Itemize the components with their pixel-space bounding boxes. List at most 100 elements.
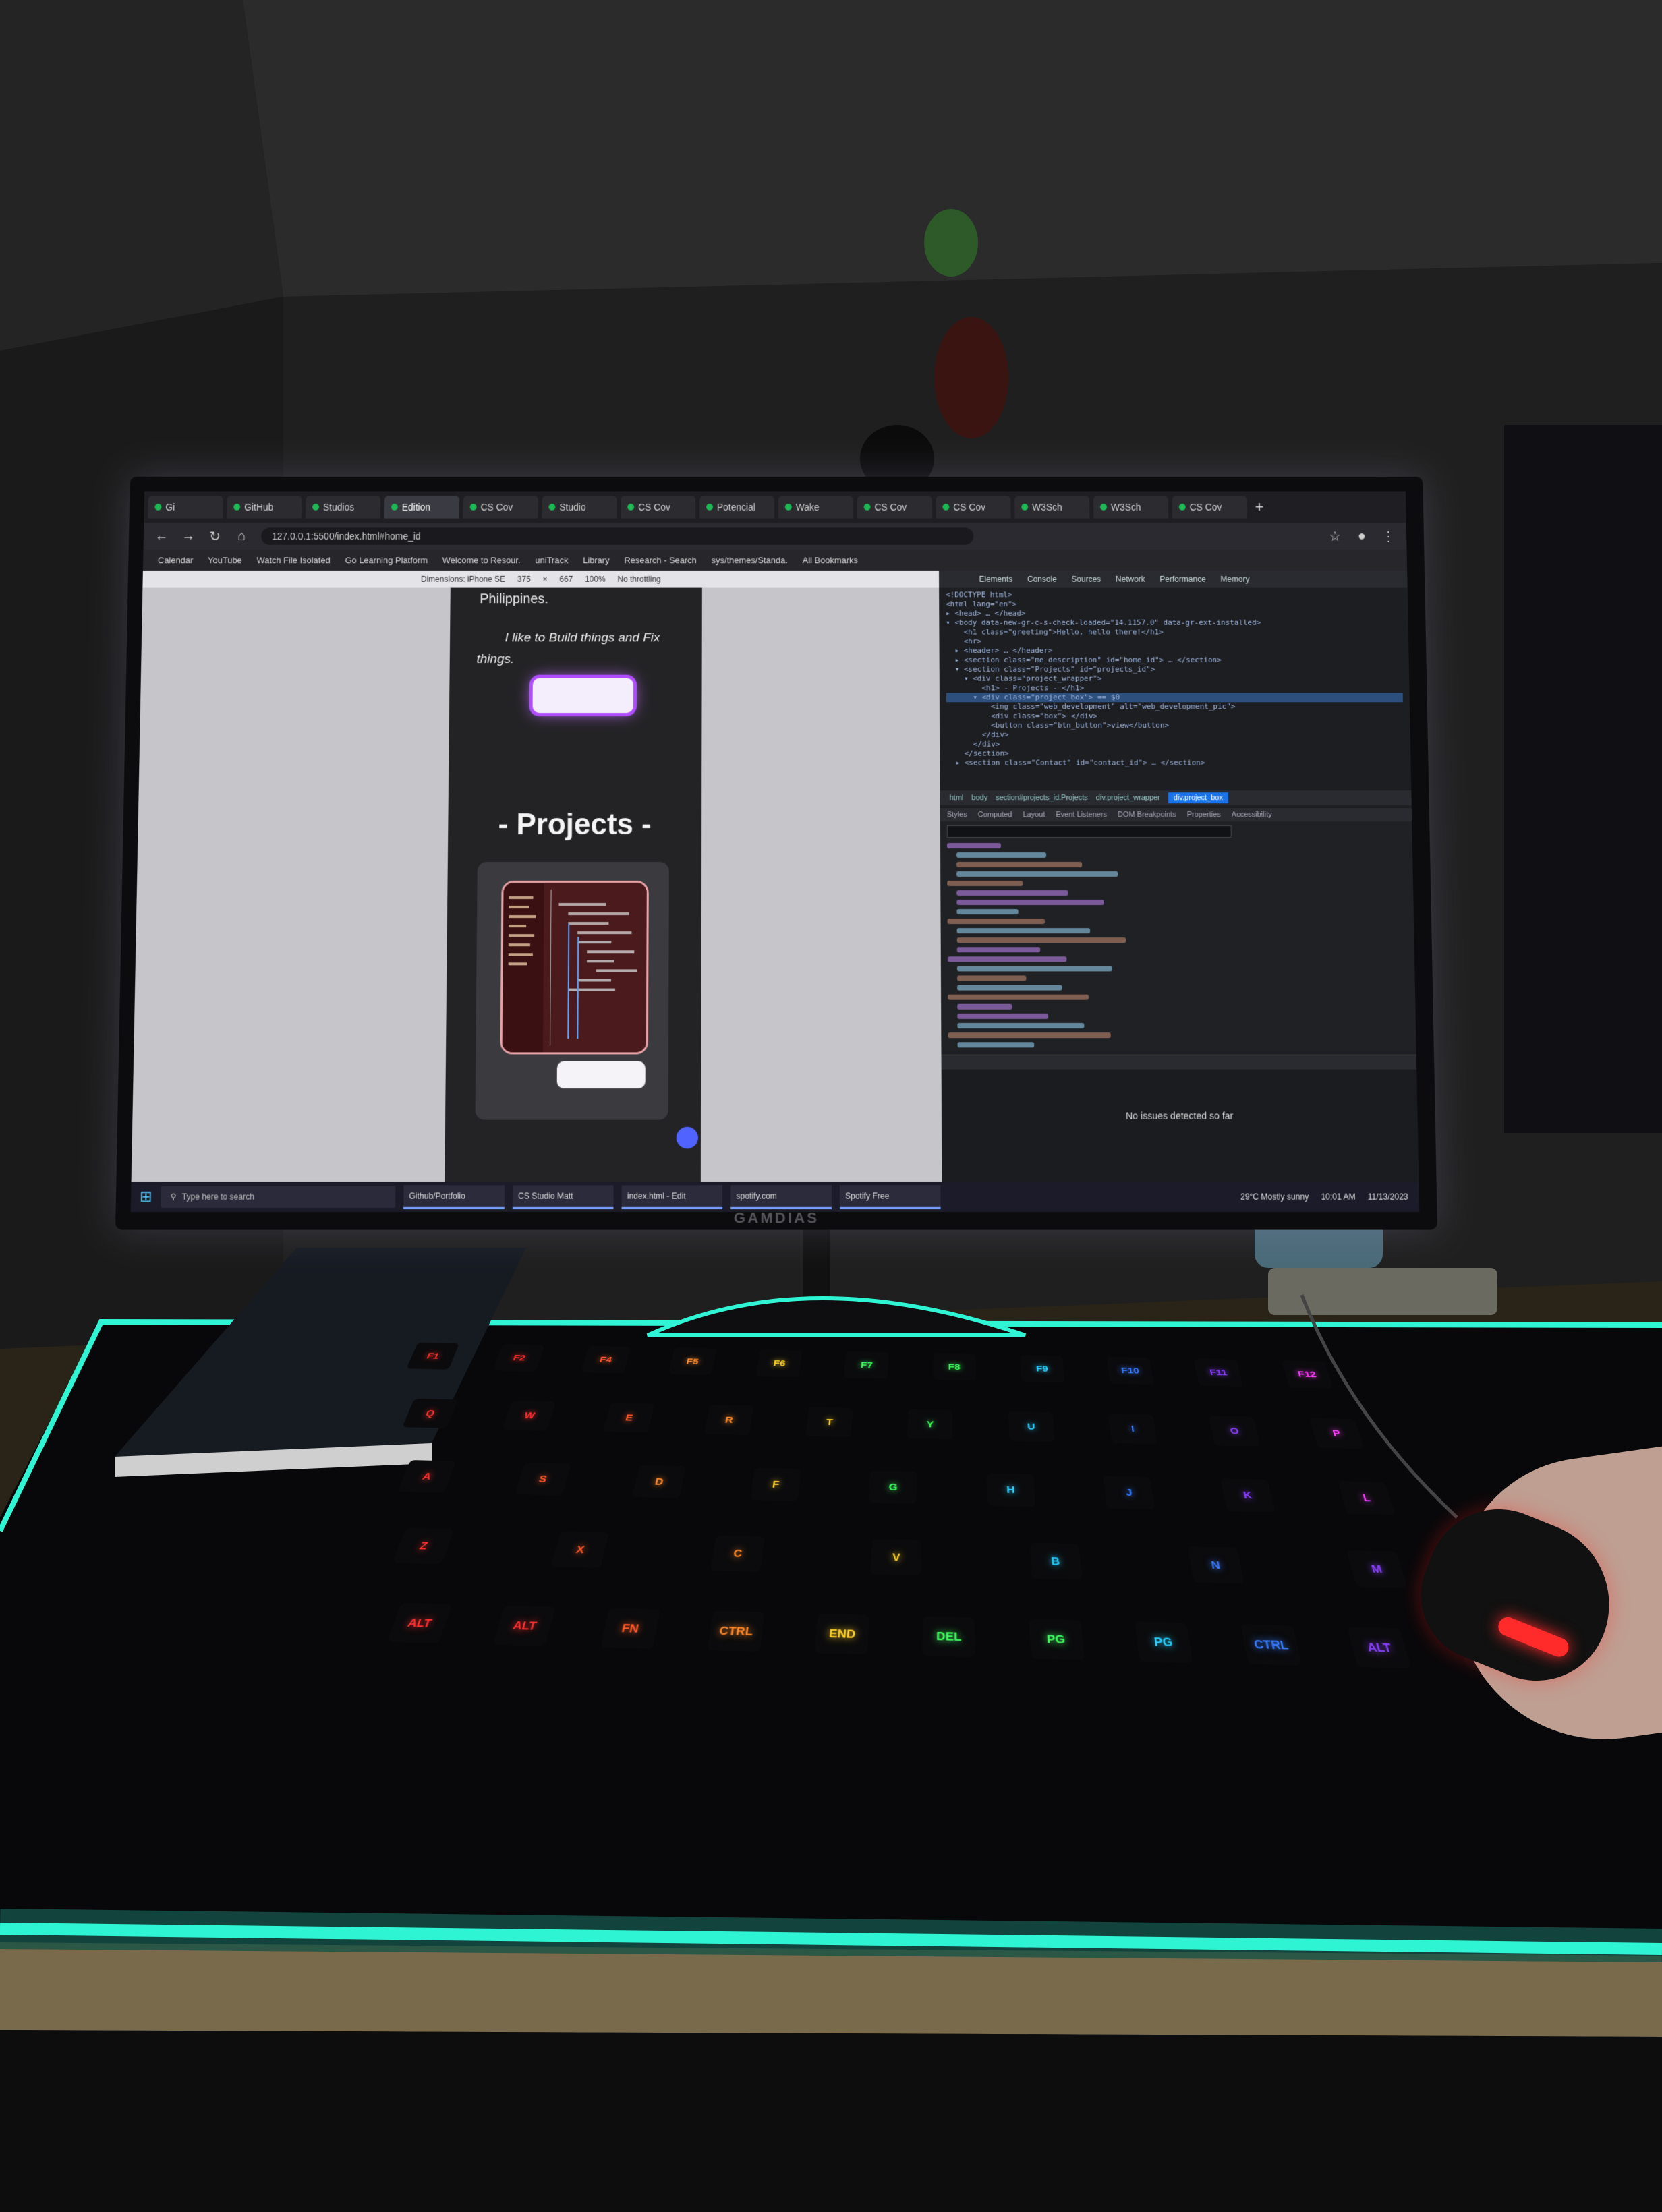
bookmark-item[interactable]: Welcome to Resour. [442, 555, 521, 565]
taskbar-app[interactable]: Github/Portfolio [403, 1184, 505, 1209]
dom-tree-line[interactable]: </section> [946, 749, 1404, 759]
keyboard-key: F2 [493, 1344, 545, 1372]
bookmark-item[interactable]: Research - Search [624, 555, 697, 565]
dom-tree-line[interactable]: ▾ <section class="Projects" id="projects… [946, 665, 1403, 674]
dom-tree-line[interactable]: ▸ <section class="Contact" id="contact_i… [946, 759, 1404, 768]
bookmark-item[interactable]: Library [583, 555, 609, 565]
taskbar-app[interactable]: spotify.com [730, 1184, 832, 1209]
browser-tab[interactable]: Studio [542, 496, 617, 519]
device-dimensions-select[interactable]: Dimensions: iPhone SE [421, 575, 505, 584]
tab-label: CS Cov [1189, 502, 1222, 513]
windows-start-icon[interactable]: ⊞ [131, 1182, 161, 1212]
bookmark-item[interactable]: sys/themes/Standa. [712, 555, 788, 565]
menu-kebab-icon[interactable]: ⋮ [1379, 528, 1397, 545]
taskbar-app[interactable]: index.html - Edit [621, 1184, 723, 1209]
device-height-input[interactable]: 667 [559, 575, 573, 584]
dom-tree-line[interactable]: <button class="btn_button">view</button> [946, 721, 1404, 730]
styles-tab[interactable]: Layout [1023, 811, 1045, 819]
styles-tab[interactable]: Properties [1187, 811, 1221, 819]
dom-tree-line[interactable]: ▾ <div class="project_wrapper"> [946, 674, 1403, 684]
browser-tab[interactable]: CS Cov [857, 496, 932, 519]
devtools-tab[interactable]: Elements [979, 575, 1013, 584]
keyboard-key: CTRL [1240, 1624, 1302, 1666]
tab-favicon-icon [391, 504, 398, 511]
dom-tree-line[interactable]: </div> [946, 730, 1404, 740]
bookmark-item[interactable]: YouTube [208, 555, 242, 565]
tab-favicon-icon [312, 504, 320, 511]
dom-tree-line[interactable]: ▸ <head> … </head> [946, 609, 1401, 618]
styles-tab[interactable]: Accessibility [1232, 811, 1272, 819]
device-zoom-select[interactable]: 100% [585, 575, 606, 584]
dom-tree-line[interactable]: <hr> [946, 637, 1402, 646]
dom-tree-line[interactable]: <div class="box"> </div> [946, 711, 1403, 721]
project-thumbnail[interactable] [500, 880, 649, 1055]
browser-tab[interactable]: Edition [384, 496, 460, 519]
clock-date[interactable]: 11/13/2023 [1368, 1192, 1408, 1201]
device-width-input[interactable]: 375 [517, 575, 531, 584]
browser-tab[interactable]: CS Cov [463, 496, 538, 519]
dom-tree-line[interactable]: </div> [946, 740, 1404, 749]
devtools-tab[interactable]: Console [1027, 575, 1057, 584]
styles-tab[interactable]: DOM Breakpoints [1118, 811, 1176, 819]
devtools-tab[interactable]: Performance [1159, 575, 1205, 584]
breadcrumb-item[interactable]: body [971, 794, 987, 802]
forward-arrow-icon[interactable]: → [179, 529, 197, 544]
profile-icon[interactable]: ● [1353, 529, 1371, 544]
styles-tab[interactable]: Styles [947, 811, 967, 819]
dom-tree-line[interactable]: <h1 class="greeting">Hello, hello there!… [946, 628, 1402, 637]
bookmark-item[interactable]: uniTrack [535, 555, 568, 565]
dom-tree-line[interactable]: ▾ <div class="project_box"> == $0 [946, 693, 1403, 703]
browser-tab[interactable]: Gi [148, 496, 223, 519]
bookmark-item[interactable]: Go Learning Platform [345, 555, 428, 565]
browser-tab[interactable]: W3Sch [1014, 496, 1090, 519]
bookmark-item[interactable]: Calendar [158, 555, 194, 565]
taskbar-app[interactable]: CS Studio Matt [512, 1184, 614, 1209]
dom-tree-line[interactable]: <img class="web_development" alt="web_de… [946, 702, 1403, 711]
browser-tab[interactable]: CS Cov [621, 496, 696, 519]
back-arrow-icon[interactable]: ← [153, 529, 171, 544]
url-input[interactable]: 127.0.0.1:5500/index.html#home_id [261, 527, 974, 545]
dom-tree-line[interactable]: ▾ <body data-new-gr-c-s-check-loaded="14… [946, 618, 1402, 628]
browser-tab[interactable]: Wake [778, 496, 853, 519]
taskbar-app[interactable]: Spotify Free [839, 1184, 941, 1209]
project-view-button[interactable] [556, 1061, 646, 1089]
dom-tree-line[interactable]: <h1> - Projects - </h1> [946, 684, 1403, 693]
star-icon[interactable]: ☆ [1326, 528, 1344, 545]
tagline-text: I like to Build things and Fix things. [476, 631, 660, 666]
breadcrumb-active-item[interactable]: div.project_box [1168, 792, 1229, 804]
new-tab-icon[interactable]: + [1255, 498, 1263, 515]
device-throttle-select[interactable]: No throttling [617, 575, 660, 584]
intro-button[interactable] [532, 678, 634, 714]
bookmark-item[interactable]: All Bookmarks [803, 555, 858, 565]
taskbar-search-input[interactable]: ⚲ Type here to search [161, 1186, 396, 1208]
breadcrumb-item[interactable]: html [950, 794, 964, 802]
browser-tab[interactable]: Studios [305, 496, 381, 519]
breadcrumb-item[interactable]: div.project_wrapper [1096, 794, 1160, 802]
bookmark-item[interactable]: Watch File Isolated [256, 555, 330, 565]
dom-tree-line[interactable]: ▸ <header> … </header> [946, 646, 1402, 656]
chat-bubble-icon[interactable] [676, 1126, 699, 1149]
devtools-tab[interactable]: Network [1116, 575, 1145, 584]
devtools-tab[interactable]: Sources [1071, 575, 1101, 584]
dom-tree-line[interactable]: <html lang="en"> [946, 600, 1401, 609]
home-icon[interactable]: ⌂ [233, 529, 250, 544]
style-rule-line [956, 900, 1104, 906]
keyboard-key: K [1220, 1478, 1276, 1513]
tab-label: CS Cov [638, 502, 670, 513]
styles-tab[interactable]: Computed [978, 811, 1012, 819]
devtools-tab[interactable]: Memory [1220, 575, 1249, 584]
weather-text[interactable]: 29°C Mostly sunny [1240, 1192, 1309, 1201]
browser-tab[interactable]: GitHub [227, 496, 302, 519]
dom-tree-line[interactable]: ▸ <section class="me_description" id="ho… [946, 656, 1402, 665]
styles-filter-input[interactable] [946, 825, 1232, 838]
browser-tab[interactable]: W3Sch [1093, 496, 1169, 519]
breadcrumb-item[interactable]: section#projects_id.Projects [996, 794, 1088, 802]
browser-tab[interactable]: Potencial [699, 496, 775, 519]
browser-tab[interactable]: CS Cov [1172, 496, 1248, 519]
styles-tab[interactable]: Event Listeners [1056, 811, 1107, 819]
style-rule-line [948, 1032, 1111, 1039]
dom-tree-line[interactable]: <!DOCTYPE html> [946, 591, 1401, 600]
browser-tab[interactable]: CS Cov [936, 496, 1011, 519]
clock-time[interactable]: 10:01 AM [1321, 1192, 1355, 1201]
reload-icon[interactable]: ↻ [206, 528, 224, 545]
